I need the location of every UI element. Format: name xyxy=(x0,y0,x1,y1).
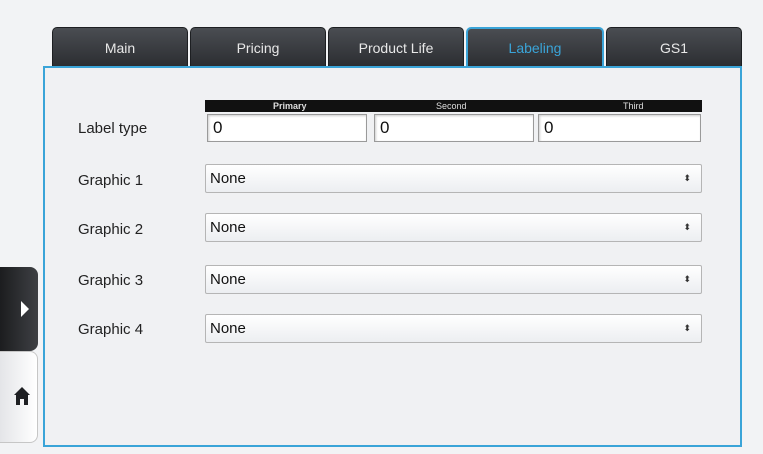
tab-product-life[interactable]: Product Life xyxy=(328,27,464,67)
label-type-second-input[interactable]: 0 xyxy=(374,114,534,142)
graphic-4-value: None xyxy=(210,320,246,337)
label-type-third-input[interactable]: 0 xyxy=(538,114,701,142)
graphic-2-label: Graphic 2 xyxy=(78,221,144,238)
home-button[interactable] xyxy=(0,351,38,443)
play-arrow-icon xyxy=(21,301,29,317)
tab-labeling[interactable]: Labeling xyxy=(466,27,604,67)
tab-main[interactable]: Main xyxy=(52,27,188,67)
tab-bar: Main Pricing Product Life Labeling GS1 xyxy=(52,27,742,67)
third-column-label: Third xyxy=(623,101,644,111)
label-type-primary-input[interactable]: 0 xyxy=(207,114,367,142)
graphic-4-select[interactable]: None ⬍ xyxy=(205,314,702,343)
second-column-label: Second xyxy=(436,101,467,111)
label-type-label: Label type xyxy=(78,120,148,137)
primary-column-label: Primary xyxy=(273,101,307,111)
select-arrows-icon: ⬍ xyxy=(683,222,691,232)
tab-pricing[interactable]: Pricing xyxy=(190,27,326,67)
home-icon xyxy=(14,387,30,405)
select-arrows-icon: ⬍ xyxy=(683,173,691,183)
labeling-panel: Label type Primary Second Third 0 0 0 Gr… xyxy=(43,66,742,447)
graphic-3-value: None xyxy=(210,271,246,288)
label-type-column-header: Primary Second Third xyxy=(205,100,702,112)
graphic-3-select[interactable]: None ⬍ xyxy=(205,265,702,294)
side-expand-button[interactable] xyxy=(0,267,38,351)
select-arrows-icon: ⬍ xyxy=(683,323,691,333)
select-arrows-icon: ⬍ xyxy=(683,274,691,284)
graphic-4-label: Graphic 4 xyxy=(78,321,144,338)
graphic-1-value: None xyxy=(210,170,246,187)
graphic-2-select[interactable]: None ⬍ xyxy=(205,213,702,242)
graphic-1-label: Graphic 1 xyxy=(78,172,144,189)
graphic-3-label: Graphic 3 xyxy=(78,272,144,289)
graphic-1-select[interactable]: None ⬍ xyxy=(205,164,702,193)
graphic-2-value: None xyxy=(210,219,246,236)
tab-gs1[interactable]: GS1 xyxy=(606,27,742,67)
